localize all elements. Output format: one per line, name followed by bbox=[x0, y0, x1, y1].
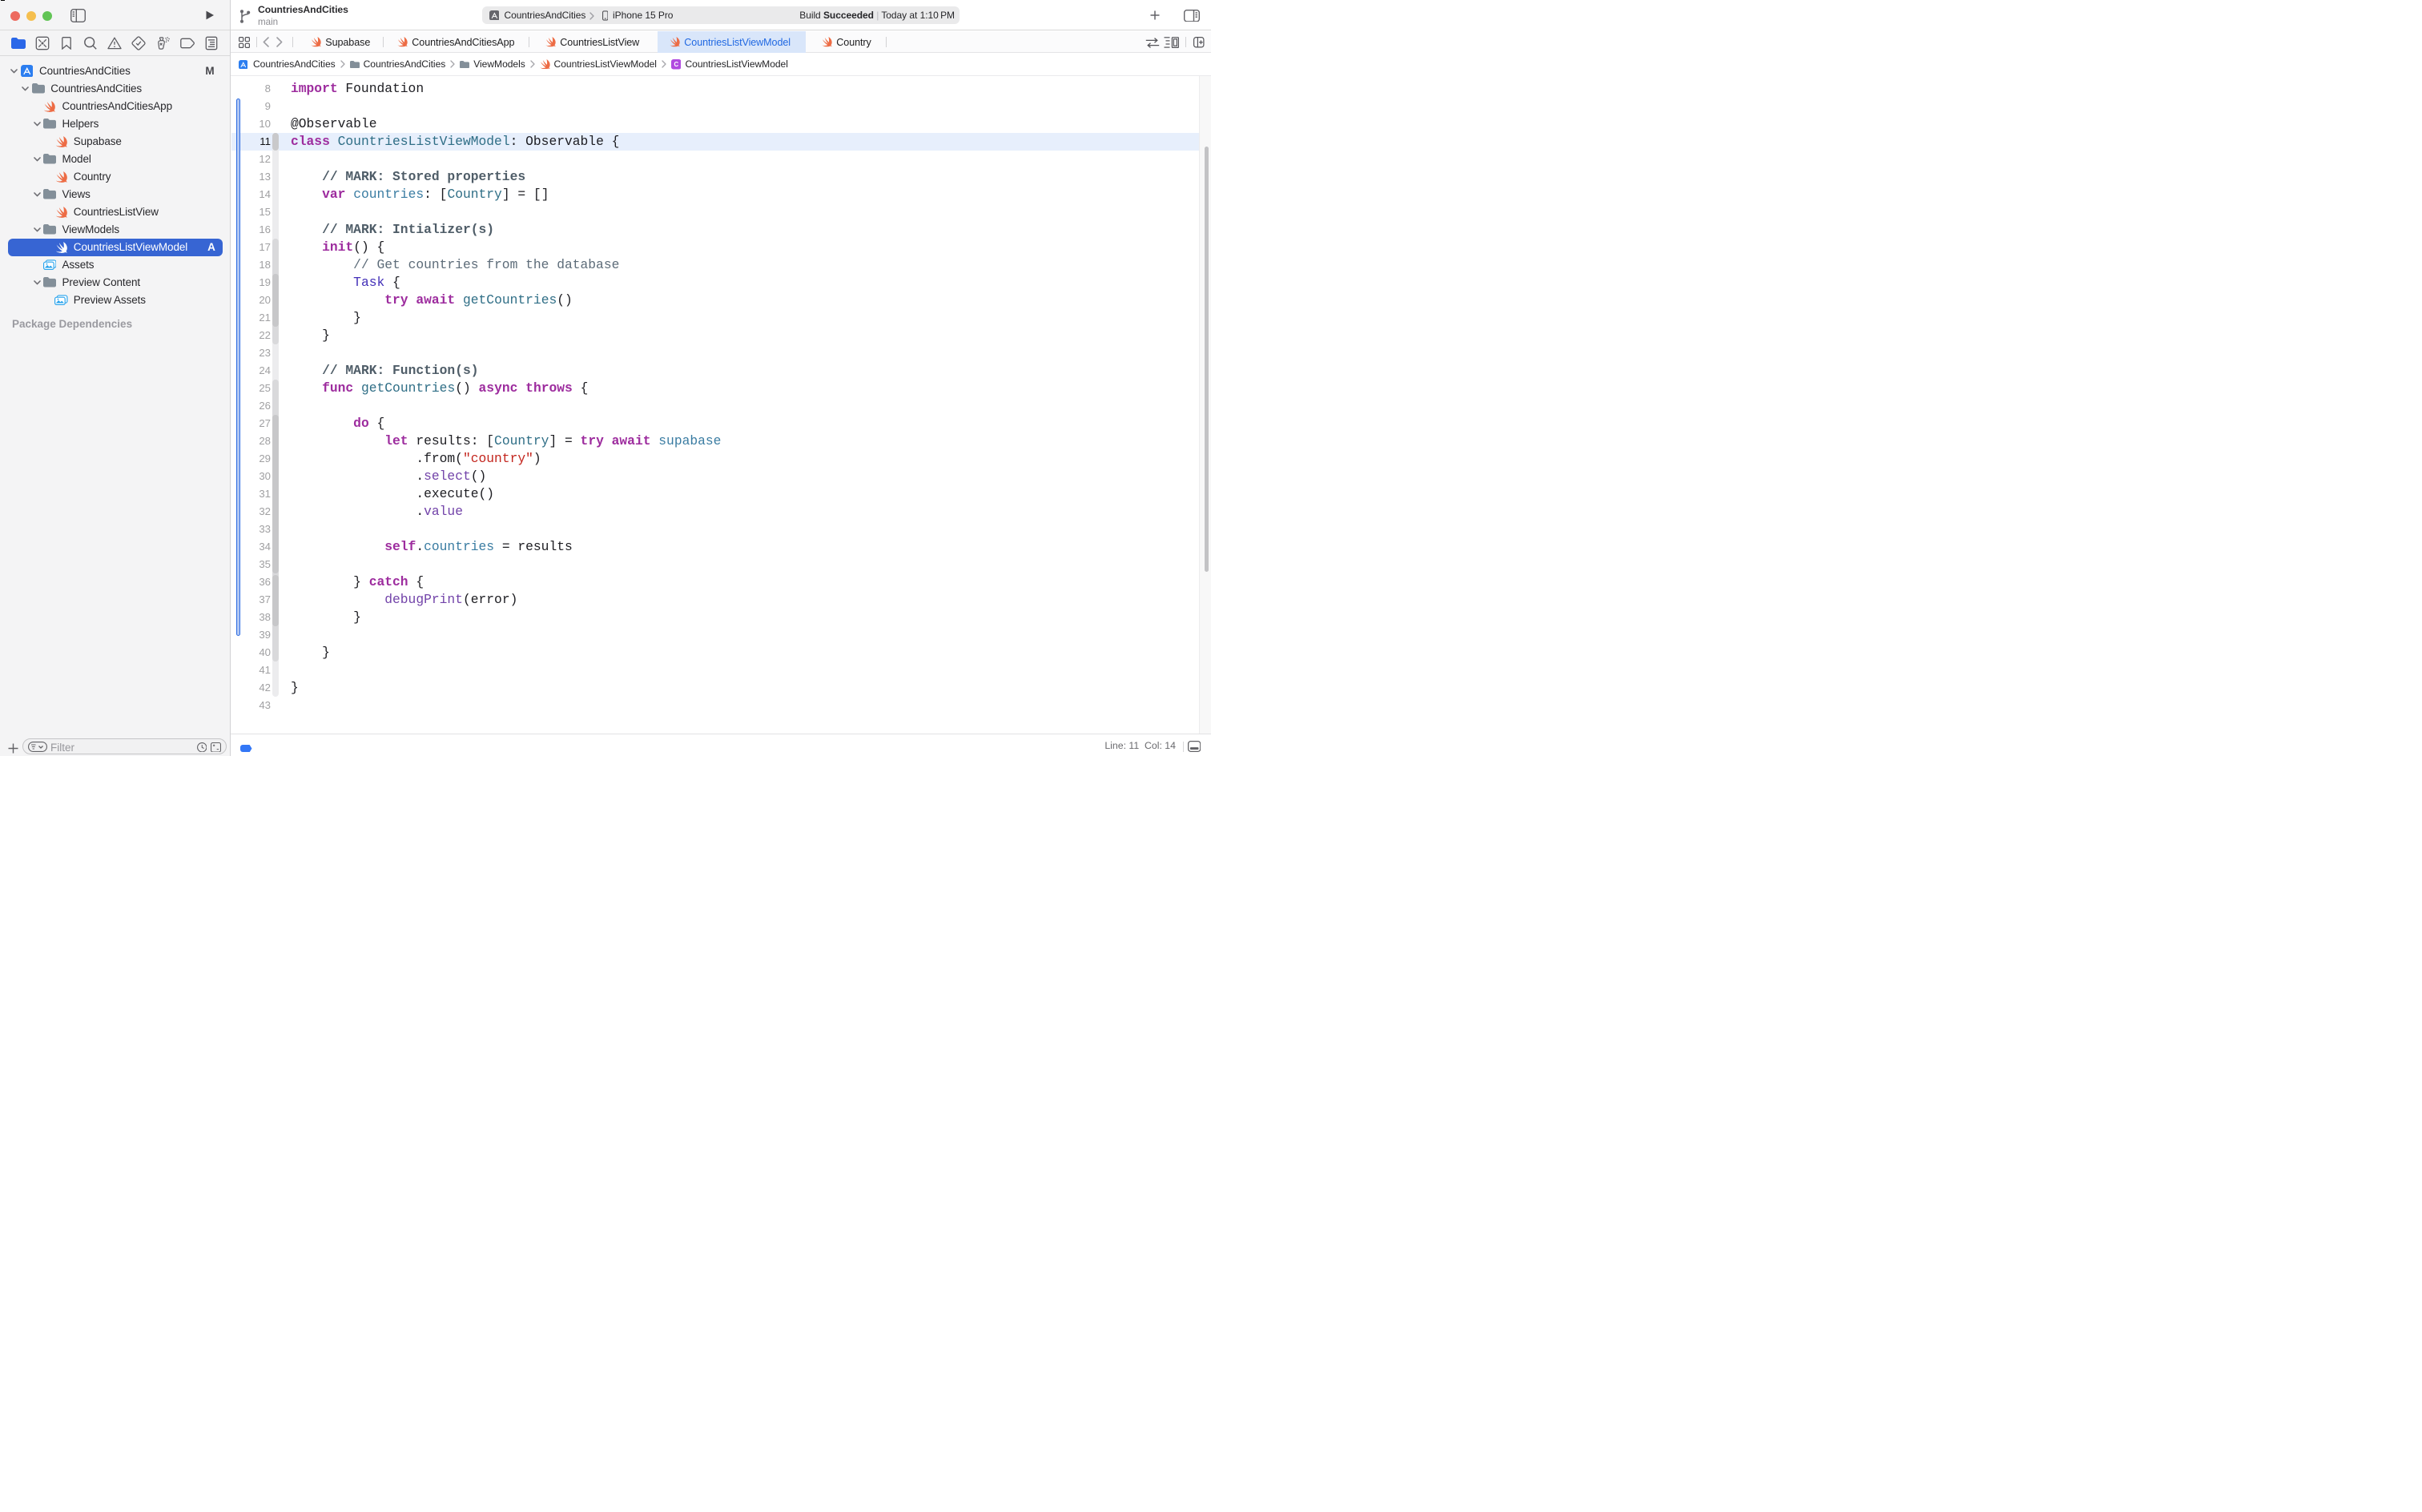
svg-text:C: C bbox=[674, 61, 678, 68]
